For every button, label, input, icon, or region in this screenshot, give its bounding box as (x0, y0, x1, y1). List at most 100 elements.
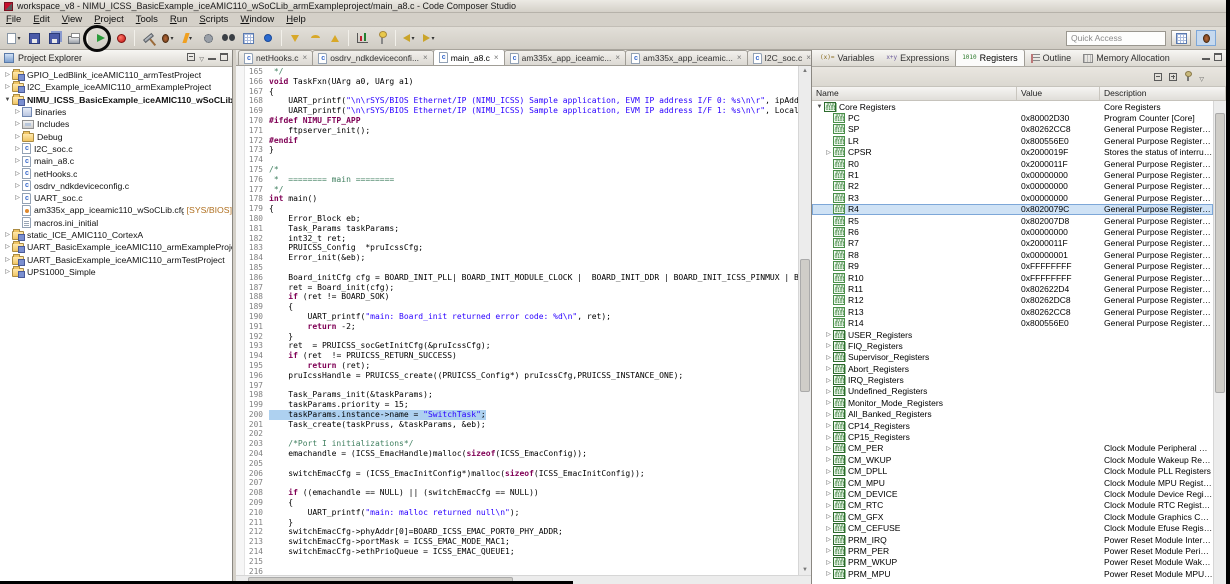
tree-collapsed-arrow-icon[interactable]: ▷ (13, 143, 22, 155)
debug-button[interactable]: ▾ (159, 29, 177, 48)
menu-file[interactable]: File (0, 13, 27, 27)
search-button[interactable] (219, 29, 237, 48)
code-line-185[interactable]: 185 (245, 263, 798, 273)
code-line-200[interactable]: 200 taskParams.instance->name = "SwitchT… (245, 410, 798, 420)
register-row-sp[interactable]: SP0x80262CC8General Purpose Register 13 … (812, 124, 1213, 135)
terminate-button[interactable] (112, 29, 130, 48)
tree-item-gpio-ledblink-iceamic110-armtestproject[interactable]: ▷GPIO_LedBlink_iceAMIC110_armTestProject (0, 69, 232, 81)
code-line-179[interactable]: 179{ (245, 204, 798, 214)
register-row-user-registers[interactable]: ▷USER_Registers (812, 329, 1213, 340)
print-button[interactable] (65, 29, 83, 48)
code-line-205[interactable]: 205 (245, 459, 798, 469)
editor-tab-osdrv-ndkdeviceconfi[interactable]: osdrv_ndkdeviceconfi...× (312, 50, 434, 65)
code-line-190[interactable]: 190 UART_printf("main: Board_init return… (245, 312, 798, 322)
tree-collapsed-arrow-icon[interactable]: ▷ (3, 229, 12, 241)
row-collapsed-arrow-icon[interactable]: ▷ (824, 490, 833, 497)
tree-collapsed-arrow-icon[interactable]: ▷ (13, 192, 22, 204)
code-line-188[interactable]: 188 if (ret != BOARD_SOK) (245, 292, 798, 302)
tree-collapsed-arrow-icon[interactable]: ▷ (3, 81, 12, 93)
code-line-207[interactable]: 207 (245, 478, 798, 488)
view-tab-variables[interactable]: (x)=Variables (814, 50, 880, 66)
editor-tab-am335x-app-iceamic[interactable]: am335x_app_iceamic...× (625, 50, 747, 65)
code-line-166[interactable]: 166void TaskFxn(UArg a0, UArg a1) (245, 77, 798, 87)
code-line-169[interactable]: 169 UART_printf("\n\rSYS/BIOS Ethernet/I… (245, 106, 798, 116)
register-row-r8[interactable]: R80x00000001General Purpose Register 8 [… (812, 249, 1213, 260)
code-line-168[interactable]: 168 UART_printf("\n\rSYS/BIOS Ethernet/I… (245, 96, 798, 106)
memory-browser-button[interactable] (239, 29, 257, 48)
register-row-cm-rtc[interactable]: ▷CM_RTCClock Module RTC Registers (812, 500, 1213, 511)
row-collapsed-arrow-icon[interactable]: ▷ (824, 513, 833, 520)
save-all-button[interactable] (45, 29, 63, 48)
close-tab-icon[interactable]: × (737, 54, 742, 62)
code-line-181[interactable]: 181 Task_Params taskParams; (245, 224, 798, 234)
menu-tools[interactable]: Tools (130, 13, 164, 27)
tree-collapsed-arrow-icon[interactable]: ▷ (13, 118, 22, 130)
tree-item-osdrv-ndkdeviceconfig-c[interactable]: ▷osdrv_ndkdeviceconfig.c (0, 180, 232, 192)
register-row-lr[interactable]: LR0x800556E0General Purpose Register 14 … (812, 135, 1213, 146)
tree-item-i2c-example-iceamic110-armexampleproject[interactable]: ▷I2C_Example_iceAMIC110_armExampleProjec… (0, 81, 232, 93)
code-line-208[interactable]: 208 if ((emachandle == NULL) || (switchE… (245, 488, 798, 498)
row-collapsed-arrow-icon[interactable]: ▷ (824, 149, 833, 156)
resume-button[interactable] (92, 29, 110, 48)
open-perspective-button[interactable] (1171, 30, 1191, 46)
code-line-201[interactable]: 201 Task_create(taskPruss, &taskParams, … (245, 420, 798, 430)
code-editor[interactable]: 165 */166void TaskFxn(UArg a0, UArg a1)1… (236, 66, 811, 575)
code-line-214[interactable]: 214 switchEmacCfg->ethPrioQueue = ICSS_E… (245, 547, 798, 557)
tree-collapsed-arrow-icon[interactable]: ▷ (13, 131, 22, 143)
register-row-cp14-registers[interactable]: ▷CP14_Registers (812, 420, 1213, 431)
view-menu-button[interactable]: ▽ (199, 53, 204, 64)
code-line-203[interactable]: 203 /*Port I initializations*/ (245, 439, 798, 449)
maximize-button[interactable] (1214, 53, 1222, 63)
register-row-monitor-mode-registers[interactable]: ▷Monitor_Mode_Registers (812, 397, 1213, 408)
editor-vscroll-thumb[interactable] (800, 259, 810, 391)
tree-item-static-ice-amic110-cortexa[interactable]: ▷static_ICE_AMIC110_CortexA (0, 229, 232, 241)
register-row-irq-registers[interactable]: ▷IRQ_Registers (812, 374, 1213, 385)
code-line-192[interactable]: 192 } (245, 332, 798, 342)
row-collapsed-arrow-icon[interactable]: ▷ (824, 331, 833, 338)
target-config-button[interactable] (199, 29, 217, 48)
code-line-182[interactable]: 182 int32_t ret; (245, 234, 798, 244)
tree-item-nimu-icss-basicexample-iceamic110-wsoclib-armexampleproject[interactable]: ▼NIMU_ICSS_BasicExample_iceAMIC110_wSoCL… (0, 94, 232, 106)
code-line-186[interactable]: 186 Board_initCfg cfg = BOARD_INIT_PLL| … (245, 273, 798, 283)
menu-project[interactable]: Project (88, 13, 130, 27)
code-line-202[interactable]: 202 (245, 429, 798, 439)
menu-run[interactable]: Run (164, 13, 193, 27)
row-collapsed-arrow-icon[interactable]: ▷ (824, 399, 833, 406)
scroll-down-icon[interactable]: ▼ (799, 565, 811, 575)
code-line-184[interactable]: 184 Error_init(&eb); (245, 253, 798, 263)
ccs-debug-perspective-button[interactable] (1196, 30, 1216, 46)
close-tab-icon[interactable]: × (806, 54, 811, 62)
register-row-fiq-registers[interactable]: ▷FIQ_Registers (812, 340, 1213, 351)
code-line-191[interactable]: 191 return -2; (245, 322, 798, 332)
code-line-174[interactable]: 174 (245, 155, 798, 165)
code-line-180[interactable]: 180 Error_Block eb; (245, 214, 798, 224)
code-line-194[interactable]: 194 if (ret != PRUICSS_RETURN_SUCCESS) (245, 351, 798, 361)
code-line-189[interactable]: 189 { (245, 302, 798, 312)
pin-button[interactable] (373, 29, 391, 48)
code-line-199[interactable]: 199 taskParams.priority = 15; (245, 400, 798, 410)
register-row-r3[interactable]: R30x00000000General Purpose Register 3 [… (812, 192, 1213, 203)
register-row-r5[interactable]: R50x802007D8General Purpose Register 5 [… (812, 215, 1213, 226)
column-header-name[interactable]: Name (812, 87, 1017, 100)
register-row-pc[interactable]: PC0x80002D30Program Counter [Core] (812, 112, 1213, 123)
code-line-193[interactable]: 193 ret = PRUICSS_socGetInitCfg(&pruIcss… (245, 341, 798, 351)
editor-tab-am335x-app-iceamic[interactable]: am335x_app_iceamic...× (504, 50, 626, 65)
breakpoint-button[interactable] (259, 29, 277, 48)
step-return-button[interactable] (326, 29, 344, 48)
tree-item-uart-basicexample-iceamic110-armtestproject[interactable]: ▷UART_BasicExample_iceAMIC110_armTestPro… (0, 253, 232, 265)
register-row-core-registers[interactable]: ▼Core RegistersCore Registers (812, 101, 1213, 112)
register-row-r13[interactable]: R130x80262CC8General Purpose Register 13… (812, 306, 1213, 317)
row-collapsed-arrow-icon[interactable]: ▷ (824, 434, 833, 441)
menu-window[interactable]: Window (234, 13, 280, 27)
register-row-cm-dpll[interactable]: ▷CM_DPLLClock Module PLL Registers (812, 466, 1213, 477)
code-line-197[interactable]: 197 (245, 381, 798, 391)
expand-all-button[interactable] (1169, 68, 1177, 86)
column-header-description[interactable]: Description (1100, 87, 1226, 100)
row-collapsed-arrow-icon[interactable]: ▷ (824, 525, 833, 532)
row-collapsed-arrow-icon[interactable]: ▷ (824, 479, 833, 486)
register-row-cm-gfx[interactable]: ▷CM_GFXClock Module Graphics Controller … (812, 511, 1213, 522)
view-menu-button[interactable]: ▽ (1199, 68, 1204, 86)
row-collapsed-arrow-icon[interactable]: ▷ (824, 502, 833, 509)
code-line-167[interactable]: 167{ (245, 87, 798, 97)
register-row-r7[interactable]: R70x2000011FGeneral Purpose Register 7 [… (812, 238, 1213, 249)
